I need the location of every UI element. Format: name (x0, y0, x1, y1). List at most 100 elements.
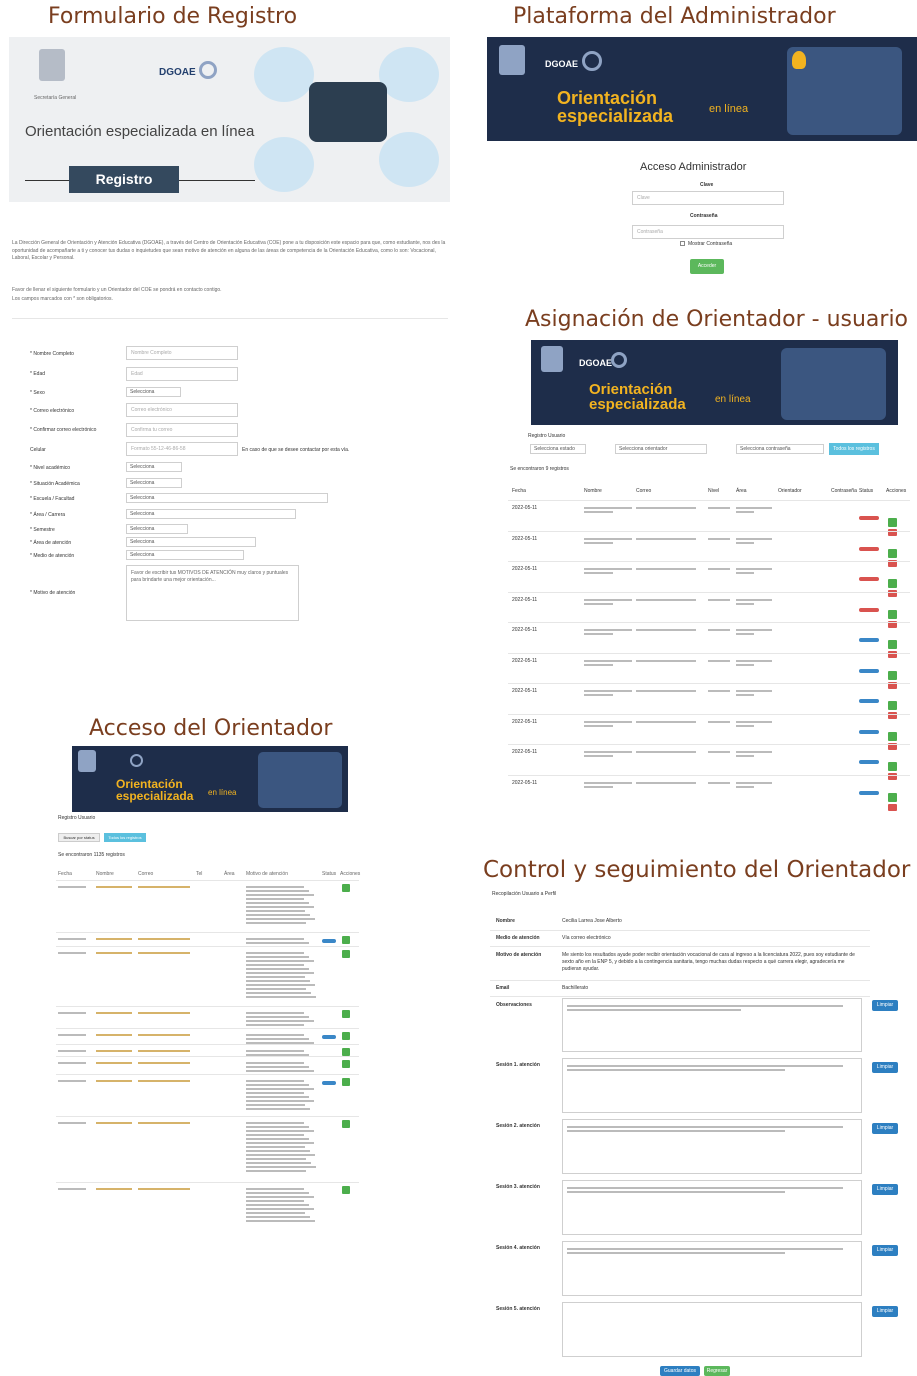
clean-button[interactable]: Limpiar (872, 1123, 898, 1134)
row-level (708, 688, 730, 694)
clean-button[interactable]: Limpiar (872, 1184, 898, 1195)
edit-icon[interactable] (888, 579, 897, 588)
edit-icon[interactable] (342, 1032, 350, 1040)
row-reason (246, 1186, 318, 1224)
table-row (56, 1028, 359, 1044)
row-date (58, 884, 86, 890)
edit-icon[interactable] (342, 1060, 350, 1068)
edit-icon[interactable] (888, 670, 897, 680)
phone-field[interactable]: Formato 55-12-46-86-58 (126, 442, 238, 456)
age-input[interactable]: Edad (126, 367, 238, 381)
edit-icon[interactable] (342, 884, 350, 892)
observations-textarea[interactable] (562, 998, 862, 1052)
edit-icon[interactable] (888, 762, 897, 771)
registro-intro-2: Favor de llenar el siguiente formulario … (12, 287, 222, 293)
edit-icon[interactable] (342, 950, 350, 958)
edit-icon[interactable] (342, 1120, 350, 1128)
admin-banner: DGOAE Orientación especializada en línea (487, 37, 917, 141)
level-select[interactable]: Selecciona (126, 462, 182, 472)
row-name (584, 688, 632, 698)
user-input[interactable]: Clave (632, 191, 784, 205)
login-button[interactable]: Acceder (690, 259, 724, 274)
back-button[interactable]: Regresar (704, 1366, 730, 1376)
name-input[interactable]: Nombre Completo (126, 346, 238, 360)
medio-label: Medio de atención (496, 935, 540, 941)
status-badge (859, 729, 879, 734)
edit-icon[interactable] (888, 548, 897, 558)
column-header: Fecha (512, 488, 526, 494)
edit-icon[interactable] (888, 518, 897, 527)
all-records-button[interactable]: Todos los registros (829, 443, 879, 455)
clean-button[interactable]: Limpiar (872, 1062, 898, 1073)
session-textarea[interactable] (562, 1302, 862, 1357)
state-filter-select[interactable]: Selecciona estado (530, 444, 586, 454)
career-select[interactable]: Selecciona (126, 509, 296, 519)
edit-icon[interactable] (888, 731, 897, 741)
field-label: * Medio de atención (30, 553, 75, 559)
edit-icon[interactable] (888, 609, 897, 619)
row-reason (246, 936, 318, 946)
row-name (96, 1120, 132, 1126)
all-records-tab[interactable]: Todos los registros (104, 833, 146, 842)
edit-icon[interactable] (342, 936, 350, 944)
column-header: Tel (196, 871, 203, 877)
password-input[interactable]: Contraseña (632, 225, 784, 239)
school-select[interactable]: Selecciona (126, 493, 328, 503)
email-field[interactable]: Correo electrónico (126, 403, 238, 417)
edit-icon[interactable] (342, 1186, 350, 1194)
edit-icon[interactable] (342, 1078, 350, 1086)
table-row (56, 932, 359, 944)
session-textarea[interactable] (562, 1058, 862, 1113)
field-label: * Semestre (30, 527, 55, 533)
clean-button[interactable]: Limpiar (872, 1245, 898, 1256)
row-email (138, 1120, 190, 1126)
edit-icon[interactable] (342, 1048, 350, 1056)
row-name (584, 719, 632, 729)
edit-icon[interactable] (888, 640, 897, 649)
row-name (584, 505, 632, 515)
sex-select[interactable]: Selecciona (126, 387, 181, 397)
save-data-button[interactable]: Guardar datos (660, 1366, 700, 1376)
show-password-checkbox[interactable] (680, 241, 685, 246)
table-row: 2022-05-11 (508, 591, 910, 628)
row-date: 2022-05-11 (512, 596, 538, 603)
registro-button[interactable]: Registro (69, 166, 179, 193)
status-select[interactable]: Selecciona (126, 478, 182, 488)
session-textarea[interactable] (562, 1180, 862, 1235)
confirm-email-field[interactable]: Confirma tu correo (126, 423, 238, 437)
row-reason (246, 884, 318, 926)
row-date (58, 936, 86, 942)
field-label: * Escuela / Facultad (30, 496, 75, 502)
row-date (58, 1032, 86, 1038)
status-badge (859, 577, 879, 581)
status-tab[interactable]: Buscar por status (58, 833, 100, 842)
column-header: Nombre (584, 488, 602, 494)
session-textarea[interactable] (562, 1241, 862, 1296)
student-illustration-icon (254, 137, 314, 192)
semester-select[interactable]: Selecciona (126, 524, 188, 534)
password-filter-select[interactable]: Selecciona contraseña (736, 444, 824, 454)
row-email (138, 1032, 190, 1038)
edit-icon[interactable] (888, 701, 897, 710)
row-email (138, 1048, 190, 1054)
row-date (58, 1060, 86, 1066)
edit-icon[interactable] (342, 1010, 350, 1018)
orientador-filter-select[interactable]: Selecciona orientador (615, 444, 707, 454)
status-badge (859, 668, 879, 673)
session-textarea[interactable] (562, 1119, 862, 1174)
row-date: 2022-05-11 (512, 505, 538, 511)
clean-button[interactable]: Limpiar (872, 1306, 898, 1317)
row-date: 2022-05-11 (512, 566, 538, 572)
field-label: * Nivel académico (30, 465, 71, 471)
edit-icon[interactable] (888, 792, 897, 802)
reason-textarea[interactable]: Favor de escribir tus MOTIVOS DE ATENCIÓ… (126, 565, 299, 621)
row-email (636, 780, 696, 786)
delete-icon[interactable] (888, 803, 897, 811)
medium-select[interactable]: Selecciona (126, 550, 244, 560)
pass-label: Contraseña (690, 213, 718, 219)
row-email (636, 719, 696, 725)
area-select[interactable]: Selecciona (126, 537, 256, 547)
column-header: Correo (138, 871, 154, 877)
row-name (584, 749, 632, 759)
clean-button[interactable]: Limpiar (872, 1000, 898, 1011)
